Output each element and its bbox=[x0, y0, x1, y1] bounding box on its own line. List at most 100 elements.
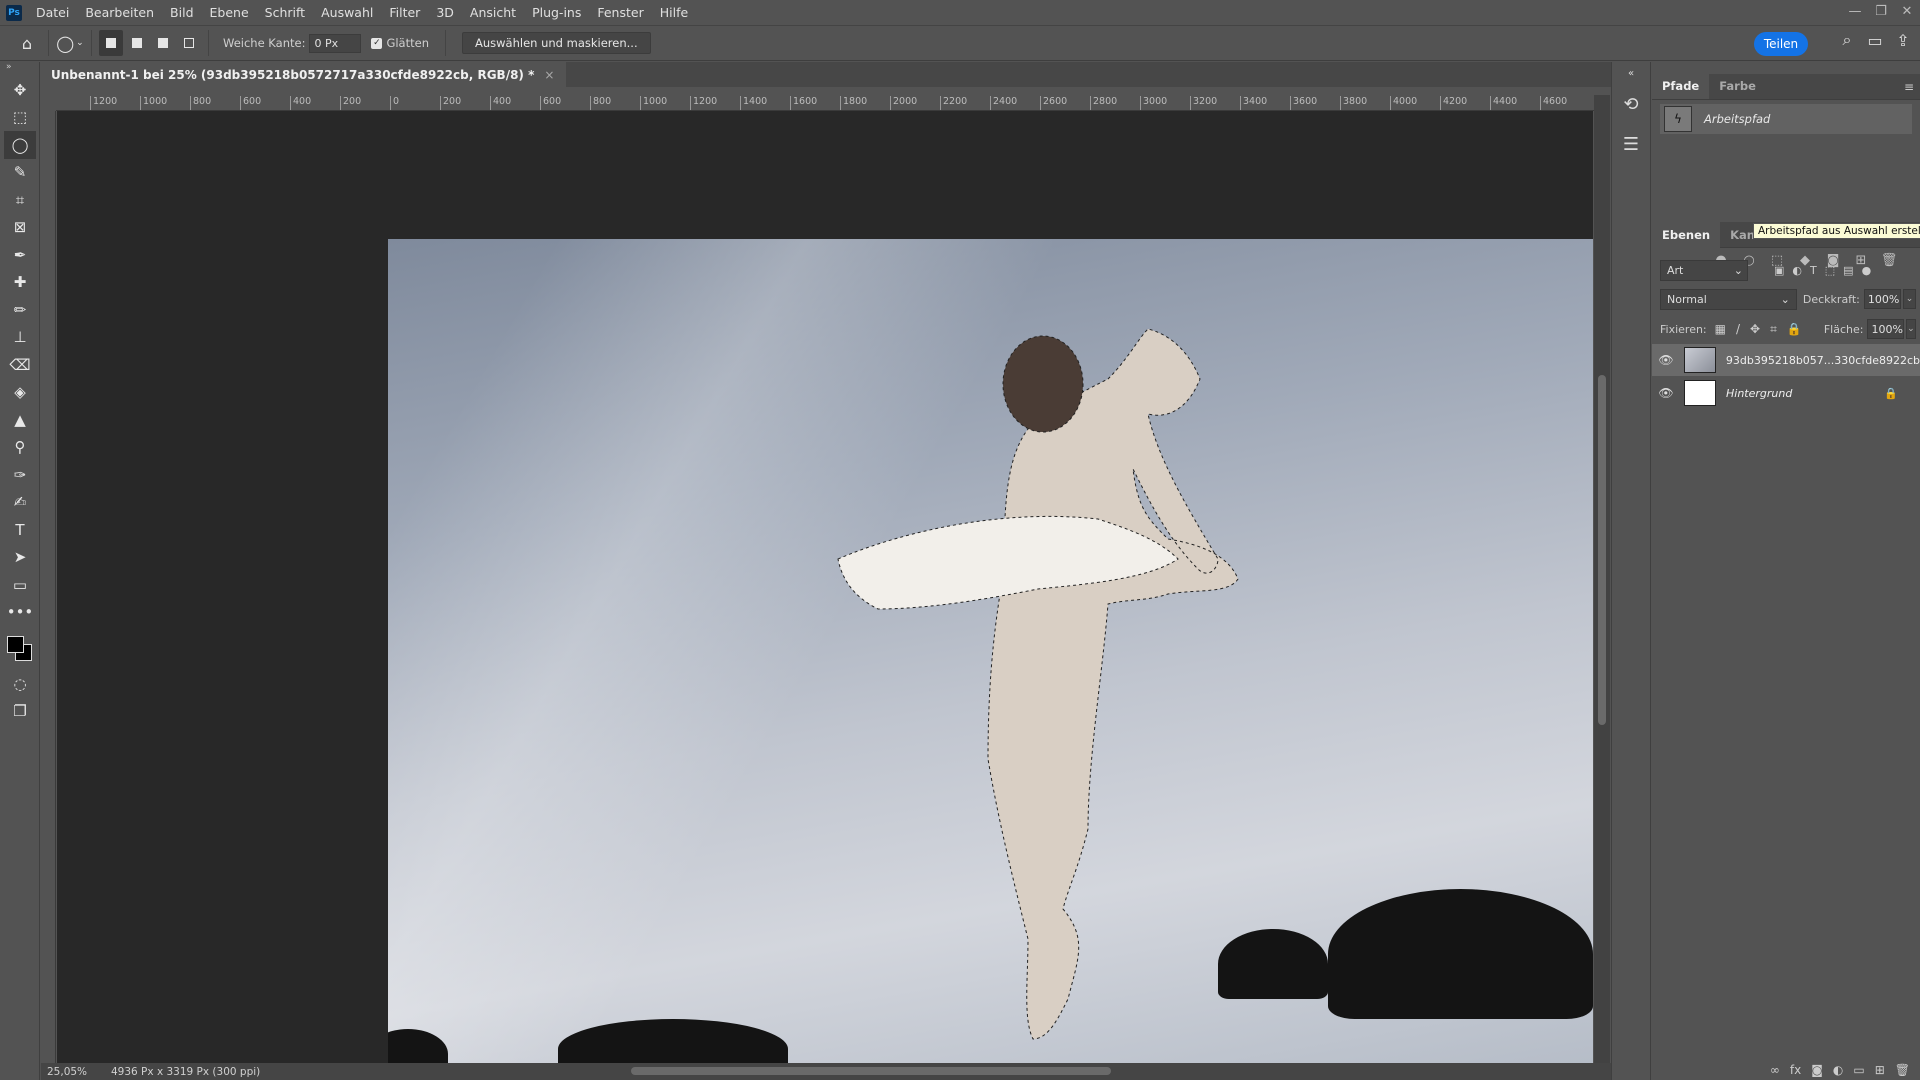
search-icon[interactable]: ⌕ bbox=[1836, 30, 1858, 50]
filter-type-icon[interactable]: T bbox=[1810, 264, 1817, 277]
visibility-eye-icon[interactable]: 👁 bbox=[1652, 386, 1680, 400]
fill-dropdown[interactable]: ⌄ bbox=[1905, 319, 1916, 339]
type-tool-icon[interactable]: T bbox=[0, 516, 40, 544]
opacity-dropdown[interactable]: ⌄ bbox=[1902, 289, 1916, 309]
lock-position-icon[interactable]: ✥ bbox=[1750, 322, 1760, 337]
history-icon[interactable]: ⟲ bbox=[1612, 84, 1650, 124]
select-and-mask-button[interactable]: Auswählen und maskieren... bbox=[462, 32, 651, 54]
freeform-pen-tool-icon[interactable]: ✍ bbox=[0, 489, 40, 517]
close-window-button[interactable]: ✕ bbox=[1894, 0, 1920, 22]
path-item[interactable]: ϟ Arbeitspfad bbox=[1660, 104, 1912, 134]
path-select-tool-icon[interactable]: ➤ bbox=[0, 544, 40, 572]
layer-filter-select[interactable]: Art ⌄ bbox=[1660, 259, 1748, 281]
panel-menu-icon[interactable]: ≡ bbox=[1904, 80, 1914, 94]
marquee-tool-icon[interactable]: ⬚ bbox=[0, 104, 40, 132]
feather-input[interactable]: 0 Px bbox=[309, 33, 362, 53]
tab-ebenen[interactable]: Ebenen bbox=[1652, 222, 1721, 248]
document-tab[interactable]: Unbenannt-1 bei 25% (93db395218b0572717a… bbox=[41, 62, 567, 87]
minimize-button[interactable]: — bbox=[1842, 0, 1868, 22]
add-selection-button[interactable] bbox=[125, 30, 149, 56]
dodge-tool-icon[interactable]: ⚲ bbox=[0, 434, 40, 462]
share-export-icon[interactable]: ⇪ bbox=[1892, 31, 1914, 50]
opacity-input[interactable]: 100% bbox=[1863, 289, 1901, 309]
ballerina-image[interactable] bbox=[388, 239, 1593, 1063]
close-document-icon[interactable]: × bbox=[544, 68, 554, 82]
new-layer-icon[interactable]: ⊞ bbox=[1875, 1063, 1885, 1077]
tab-pfade[interactable]: Pfade bbox=[1652, 73, 1710, 99]
screen-mode-icon[interactable]: ❐ bbox=[0, 698, 40, 726]
adjustment-layer-icon[interactable]: ◐ bbox=[1833, 1063, 1843, 1077]
lock-image-icon[interactable]: / bbox=[1736, 322, 1740, 337]
lasso-tool-icon[interactable]: ◯ bbox=[4, 131, 36, 159]
menu-bild[interactable]: Bild bbox=[162, 5, 201, 20]
blend-mode-select[interactable]: Normal ⌄ bbox=[1660, 288, 1797, 310]
brush-tool-icon[interactable]: ✏ bbox=[0, 296, 40, 324]
color-swatches[interactable] bbox=[0, 626, 39, 670]
filter-toggle-icon[interactable]: ● bbox=[1862, 264, 1872, 277]
eraser-tool-icon[interactable]: ⌫ bbox=[0, 351, 40, 379]
lock-all-icon[interactable]: 🔒 bbox=[1787, 322, 1802, 337]
lasso-preset-icon[interactable]: ◯ ⌄ bbox=[55, 28, 85, 58]
intersect-selection-button[interactable] bbox=[177, 30, 201, 56]
delete-layer-icon[interactable]: 🗑 bbox=[1895, 1063, 1910, 1077]
crop-tool-icon[interactable]: ⌗ bbox=[0, 186, 40, 214]
healing-brush-tool-icon[interactable]: ✚ bbox=[0, 269, 40, 297]
subtract-selection-button[interactable] bbox=[151, 30, 175, 56]
quick-mask-icon[interactable]: ◌ bbox=[0, 670, 40, 698]
layer-style-icon[interactable]: fx bbox=[1790, 1063, 1801, 1077]
menu-fenster[interactable]: Fenster bbox=[589, 5, 651, 20]
visibility-eye-icon[interactable]: 👁 bbox=[1652, 353, 1680, 367]
lock-artboard-icon[interactable]: ⌗ bbox=[1770, 322, 1777, 337]
vertical-scrollbar[interactable] bbox=[1594, 95, 1610, 1063]
more-tools-icon[interactable]: ••• bbox=[0, 599, 40, 627]
menu-bearbeiten[interactable]: Bearbeiten bbox=[77, 5, 162, 20]
filter-adjustment-icon[interactable]: ◐ bbox=[1792, 264, 1802, 277]
fill-input[interactable]: 100% bbox=[1867, 319, 1904, 339]
tab-farbe[interactable]: Farbe bbox=[1709, 73, 1766, 99]
canvas-area[interactable] bbox=[57, 111, 1593, 1063]
restore-button[interactable]: ❐ bbox=[1868, 0, 1894, 22]
layer-row[interactable]: 👁 Hintergrund 🔒 bbox=[1652, 377, 1920, 409]
antialias-checkbox[interactable]: ✓ bbox=[371, 37, 383, 49]
layer-lock-icon[interactable]: 🔒 bbox=[1884, 387, 1898, 400]
new-group-icon[interactable]: ▭ bbox=[1853, 1063, 1864, 1077]
menu-3d[interactable]: 3D bbox=[428, 5, 462, 20]
paint-bucket-tool-icon[interactable]: ◈ bbox=[0, 379, 40, 407]
3d-layers-icon[interactable]: ☰ bbox=[1612, 124, 1650, 164]
workspace-icon[interactable]: ▭ bbox=[1864, 31, 1886, 50]
layer-row[interactable]: 👁 93db395218b057...330cfde8922cb bbox=[1652, 344, 1920, 376]
menu-ansicht[interactable]: Ansicht bbox=[462, 5, 524, 20]
move-tool-icon[interactable]: ✥ bbox=[0, 76, 40, 104]
menu-ebene[interactable]: Ebene bbox=[202, 5, 257, 20]
pen-tool-icon[interactable]: ✑ bbox=[0, 461, 40, 489]
filter-shape-icon[interactable]: ⬚ bbox=[1825, 264, 1835, 277]
eyedropper-tool-icon[interactable]: ✒ bbox=[0, 241, 40, 269]
horizontal-scrollbar[interactable] bbox=[631, 1067, 1111, 1075]
frame-tool-icon[interactable]: ⊠ bbox=[0, 214, 40, 242]
scroll-thumb[interactable] bbox=[1598, 375, 1606, 725]
lock-transparent-icon[interactable]: ▦ bbox=[1715, 322, 1726, 337]
filter-smartobject-icon[interactable]: ▤ bbox=[1843, 264, 1853, 277]
collapse-toolbar-icon[interactable]: » bbox=[0, 62, 39, 76]
layer-name[interactable]: 93db395218b057...330cfde8922cb bbox=[1726, 354, 1920, 367]
layer-name[interactable]: Hintergrund bbox=[1726, 387, 1792, 400]
zoom-level[interactable]: 25,05% bbox=[41, 1066, 101, 1078]
menu-hilfe[interactable]: Hilfe bbox=[652, 5, 696, 20]
link-layers-icon[interactable]: ∞ bbox=[1770, 1063, 1780, 1077]
share-button[interactable]: Teilen bbox=[1754, 32, 1808, 56]
home-icon[interactable]: ⌂ bbox=[12, 28, 42, 58]
new-selection-button[interactable] bbox=[99, 30, 123, 56]
sharpen-tool-icon[interactable]: ▲ bbox=[0, 406, 40, 434]
foreground-color[interactable] bbox=[7, 636, 24, 653]
quick-select-tool-icon[interactable]: ✎ bbox=[0, 159, 40, 187]
menu-schrift[interactable]: Schrift bbox=[257, 5, 313, 20]
menu-filter[interactable]: Filter bbox=[381, 5, 428, 20]
document-info[interactable]: 4936 Px x 3319 Px (300 ppi) bbox=[111, 1066, 260, 1078]
stamp-tool-icon[interactable]: ⊥ bbox=[0, 324, 40, 352]
collapse-panels-icon[interactable]: « bbox=[1612, 62, 1650, 84]
menu-datei[interactable]: Datei bbox=[28, 5, 77, 20]
menu-auswahl[interactable]: Auswahl bbox=[313, 5, 381, 20]
filter-pixel-icon[interactable]: ▣ bbox=[1774, 264, 1784, 277]
menu-plugins[interactable]: Plug-ins bbox=[524, 5, 589, 20]
add-mask-icon[interactable]: ◙ bbox=[1811, 1063, 1823, 1077]
